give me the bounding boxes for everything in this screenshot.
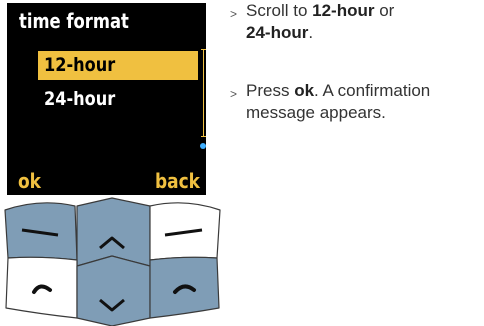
instruction-text: Scroll to 12-hour or 24-hour.	[246, 0, 484, 44]
nav-down-button[interactable]	[76, 255, 151, 326]
left-softkey-button[interactable]	[4, 202, 78, 261]
softkey-ok[interactable]: ok	[18, 169, 41, 193]
phone-keypad	[0, 196, 224, 326]
phone-screen: time format 12-hour 24-hour ok back	[7, 3, 206, 195]
scrollbar-track[interactable]	[203, 49, 204, 137]
option-24-hour[interactable]: 24-hour	[38, 85, 198, 114]
softkey-back[interactable]: back	[155, 169, 200, 193]
bold-text-run: 12-hour	[312, 1, 375, 20]
scrollbar-bottom-cap	[201, 136, 206, 137]
bold-text-run: ok	[294, 81, 315, 100]
text-run: .	[308, 23, 314, 42]
call-button[interactable]	[5, 256, 78, 319]
instruction-text: Press ok. A confirmation message appears…	[246, 80, 484, 124]
scrollbar-thumb[interactable]	[200, 143, 206, 149]
screen-title: time format	[19, 9, 129, 33]
text-run: Press	[246, 81, 295, 100]
text-run: or	[374, 1, 395, 20]
option-12-hour[interactable]: 12-hour	[38, 51, 198, 80]
end-call-button[interactable]	[149, 256, 220, 319]
option-label: 12-hour	[44, 54, 116, 76]
right-softkey-button[interactable]	[149, 202, 221, 261]
bold-text-run: 24-hour	[246, 23, 309, 42]
bullet-marker: >	[230, 87, 238, 101]
scrollbar-top-cap	[201, 49, 206, 50]
option-label: 24-hour	[44, 88, 116, 110]
text-run: Scroll to	[246, 1, 313, 20]
bullet-marker: >	[230, 7, 238, 21]
